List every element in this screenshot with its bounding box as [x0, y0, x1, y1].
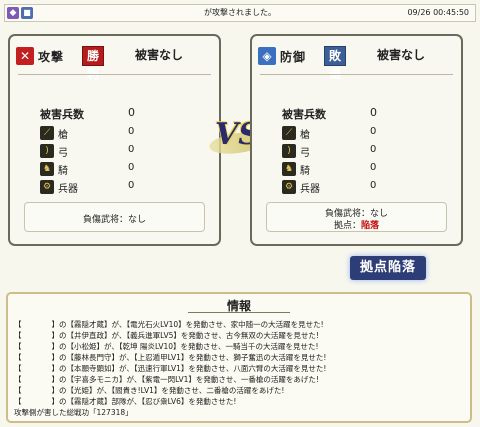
defense-panel: ◈ 防御 敗退 被害なし 被害兵数 0 ⟋ 槍 0 ) 弓 0 ♞ 騎 0 ⚙ …	[250, 34, 463, 246]
notification-header: ◆ ■ が攻撃されました。 09/26 00:45:50	[4, 4, 476, 22]
row-label: 弓	[300, 148, 310, 159]
row-label: 槍	[58, 130, 68, 141]
divider	[260, 74, 453, 75]
defense-row-horse: ♞ 騎 0	[282, 162, 442, 177]
log-list: 【 】の【霧隠才蔵】が、【電光石火LV10】を発動させ、家中随一の大活躍を見せた…	[14, 319, 466, 418]
attack-kanji: 攻撃	[38, 50, 65, 64]
defense-row-siege: ⚙ 兵器 0	[282, 180, 442, 195]
defense-kanji: 防御	[280, 50, 307, 64]
row-value: 0	[128, 162, 135, 173]
spear-icon: ⟋	[40, 126, 54, 140]
row-value: 0	[370, 126, 377, 137]
attack-title: ✕ 攻撃 勝利	[16, 44, 105, 81]
bow-icon: )	[40, 144, 54, 158]
header-timestamp: 09/26 00:45:50	[407, 8, 469, 17]
attack-damage: 被害なし	[135, 48, 184, 62]
row-value: 0	[370, 144, 377, 155]
base-fallen-stamp: 拠点陥落	[350, 256, 426, 280]
siege-weapon-icon: ⚙	[40, 180, 54, 194]
row-label: 槍	[300, 130, 310, 141]
attack-losses-value: 0	[128, 106, 135, 119]
log-line: 【 】の【井伊直政】が、【義兵進軍LV5】を発動させ、古今無双の大活躍を見せた!	[14, 331, 319, 340]
attack-result-badge: 勝利	[82, 46, 105, 81]
log-title-underline	[188, 312, 290, 313]
defense-losses-label: 被害兵数	[282, 108, 326, 121]
base-status: 拠点：陥落	[267, 218, 446, 231]
log-line: 攻撃側が害した総戦功「127318」	[14, 408, 133, 417]
row-value: 0	[370, 180, 377, 191]
defense-result-badge: 敗退	[324, 46, 347, 81]
attack-row-bow: ) 弓 0	[40, 144, 200, 159]
row-value: 0	[128, 144, 135, 155]
attack-row-spear: ⟋ 槍 0	[40, 126, 200, 141]
attack-injured-box: 負傷武将：なし	[24, 202, 205, 232]
log-line: 【 】の【宇喜多モニカ】が、【紫電一閃LV1】を発動させ、一番槍の活躍をあげた!	[14, 375, 319, 384]
attack-losses-label: 被害兵数	[40, 108, 84, 121]
base-fallen-value: 陥落	[361, 221, 380, 231]
row-value: 0	[128, 126, 135, 137]
attack-row-horse: ♞ 騎 0	[40, 162, 200, 177]
defense-losses-value: 0	[370, 106, 377, 119]
log-line: 【 】の【藤林長門守】が、【上忍遁甲LV1】を発動させ、獅子奮迅の大活躍を見せた…	[14, 353, 327, 362]
row-label: 騎	[58, 166, 68, 177]
defense-row-spear: ⟋ 槍 0	[282, 126, 442, 141]
log-line: 【 】の【霧隠才蔵】部隊が、【忍び衆LV6】を発動させた!	[14, 397, 237, 406]
defense-injured-box: 負傷武将：なし 拠点：陥落	[266, 202, 447, 232]
row-label: 騎	[300, 166, 310, 177]
log-line: 【 】の【小松姫】が、【乾坤 陽炎LV10】を発動させ、一騎当千の大活躍を見せた…	[14, 342, 319, 351]
row-label: 兵器	[300, 184, 320, 195]
horse-icon: ♞	[40, 162, 54, 176]
divider	[18, 74, 211, 75]
attack-injured-text: 負傷武将：なし	[82, 215, 146, 225]
row-label: 兵器	[58, 184, 78, 195]
spear-icon: ⟋	[282, 126, 296, 140]
siege-weapon-icon: ⚙	[282, 180, 296, 194]
defense-damage: 被害なし	[377, 48, 426, 62]
defense-row-bow: ) 弓 0	[282, 144, 442, 159]
log-line: 【 】の【光姫】が、【閻貴き!LV1】を発動させ、二番槍の活躍をあげた!	[14, 386, 285, 395]
bow-icon: )	[282, 144, 296, 158]
defense-title: ◈ 防御 敗退	[258, 44, 347, 81]
battle-log: 情報 【 】の【霧隠才蔵】が、【電光石火LV10】を発動させ、家中随一の大活躍を…	[6, 292, 472, 423]
attack-row-siege: ⚙ 兵器 0	[40, 180, 200, 195]
row-value: 0	[370, 162, 377, 173]
header-message: が攻撃されました。	[204, 8, 276, 17]
row-label: 弓	[58, 148, 68, 159]
log-line: 【 】の【霧隠才蔵】が、【電光石火LV10】を発動させ、家中随一の大活躍を見せた…	[14, 320, 324, 329]
horse-icon: ♞	[282, 162, 296, 176]
base-label: 拠点：	[333, 221, 361, 231]
log-line: 【 】の【本願寺顕如】が、【迅速行軍LV1】を発動させ、八面六臂の大活躍を見せた…	[14, 364, 327, 373]
log-header: 情報	[8, 294, 470, 314]
crossed-swords-icon: ✕	[16, 47, 34, 65]
row-value: 0	[128, 180, 135, 191]
attack-panel: ✕ 攻撃 勝利 被害なし 被害兵数 0 ⟋ 槍 0 ) 弓 0 ♞ 騎 0 ⚙ …	[8, 34, 221, 246]
shield-icon: ◈	[258, 47, 276, 65]
